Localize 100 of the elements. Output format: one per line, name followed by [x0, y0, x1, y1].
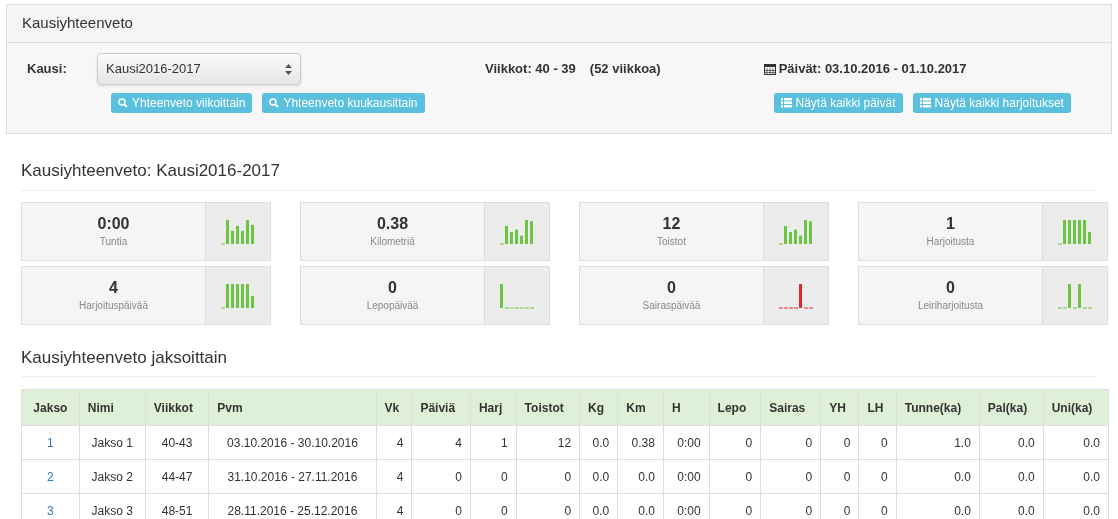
- column-header: Uni(ka): [1043, 389, 1109, 426]
- table-cell: 4: [396, 469, 404, 484]
- table-cell: 4: [396, 503, 404, 518]
- weeks-text: Viikkot: 40 - 39: [485, 60, 576, 79]
- search-icon: [118, 98, 128, 108]
- table-cell: 48-51: [161, 503, 193, 518]
- season-select[interactable]: Kausi2016-2017: [97, 53, 301, 85]
- table-cell: 0.0: [954, 503, 971, 518]
- table-cell: 0:00: [677, 435, 701, 450]
- table-cell: 0: [843, 435, 851, 450]
- search-icon: [269, 98, 280, 108]
- table-cell: 0.0: [592, 469, 610, 484]
- column-header: Sairas: [760, 389, 821, 426]
- table-cell: 4: [455, 435, 462, 450]
- section-heading: Kausiyhteenveto jaksoittain: [21, 344, 1097, 377]
- select-arrows-icon: [285, 63, 292, 75]
- table-cell: 0: [564, 469, 572, 484]
- period-link[interactable]: 1: [47, 435, 54, 450]
- table-cell: 0: [745, 469, 753, 484]
- stat-value: 12: [662, 213, 681, 234]
- table-cell: 0: [881, 435, 888, 450]
- table-cell: 0.0: [1083, 435, 1100, 450]
- table-cell: 0: [881, 503, 888, 518]
- table-cell: 03.10.2016 - 30.10.2016: [227, 435, 358, 450]
- table-cell: 31.10.2016 - 27.11.2016: [227, 469, 358, 484]
- table-cell: 0.38: [631, 435, 655, 450]
- column-header: YH: [820, 389, 859, 426]
- table-cell: 0:00: [677, 503, 701, 518]
- table-cell: 0: [745, 503, 753, 518]
- table-cell: 0: [564, 503, 572, 518]
- stat-value: 0: [388, 277, 397, 298]
- column-header: Km: [617, 389, 664, 426]
- column-header: Pvm: [208, 389, 377, 426]
- stat-label: Tuntia: [99, 234, 128, 249]
- table-cell: 28.11.2016 - 25.12.2016: [227, 503, 358, 518]
- section-heading: Kausiyhteenveto: Kausi2016-2017: [21, 158, 1097, 191]
- table-cell: 0: [805, 469, 813, 484]
- table-cell: 0:00: [677, 469, 701, 484]
- table-cell: 0.0: [592, 503, 610, 518]
- stat-value: 4: [109, 277, 118, 298]
- panel-title: Kausiyhteenveto: [22, 13, 133, 34]
- stat-label: Kilometriä: [370, 234, 415, 249]
- column-header: Lepo: [709, 389, 761, 426]
- column-header: LH: [858, 389, 897, 426]
- column-header: Toistot: [516, 389, 580, 426]
- table-cell: 0.0: [954, 469, 971, 484]
- period-link[interactable]: 2: [47, 469, 54, 484]
- calendar-icon: [763, 63, 776, 75]
- column-header: Nimi: [79, 389, 146, 426]
- table-cell: 0.0: [1083, 469, 1100, 484]
- table-cell: 0: [843, 469, 851, 484]
- column-header: Jakso: [21, 389, 80, 426]
- column-header: Viikkot: [145, 389, 209, 426]
- dates-text: Päivät: 03.10.2016 - 01.10.2017: [778, 60, 967, 79]
- stat-label: Harjoitusta: [926, 234, 975, 249]
- column-header: Kg: [579, 389, 618, 426]
- column-header: Vk: [376, 389, 412, 426]
- stat-value: 1: [946, 213, 955, 234]
- table-cell: 1: [500, 435, 508, 450]
- table-cell: 40-43: [161, 435, 193, 450]
- table-cell: 0: [805, 435, 813, 450]
- weeks-count: (52 viikkoa): [589, 60, 661, 79]
- table-cell: 0.0: [638, 469, 655, 484]
- stat-label: Toistot: [657, 234, 686, 249]
- table-cell: 4: [396, 435, 404, 450]
- stat-label: Harjoituspäivää: [79, 298, 148, 313]
- stat-label: Lepopäivää: [366, 298, 419, 313]
- table-cell: 0.0: [638, 503, 655, 518]
- column-header: Päiviä: [411, 389, 471, 426]
- list-icon: [780, 98, 792, 108]
- table-cell: 0.0: [592, 435, 610, 450]
- table-cell: 44-47: [161, 469, 193, 484]
- table-cell: Jakso 2: [91, 469, 133, 484]
- table-cell: 0.0: [1083, 503, 1100, 518]
- table-cell: 0: [500, 503, 508, 518]
- table-cell: 0: [500, 469, 508, 484]
- table-cell: 0: [881, 469, 888, 484]
- column-header: H: [663, 389, 710, 426]
- table-cell: 0.0: [1017, 469, 1035, 484]
- table-cell: 0.0: [1017, 435, 1035, 450]
- column-header: Pal(ka): [979, 389, 1044, 426]
- table-cell: 12: [557, 435, 572, 450]
- table-cell: 0: [843, 503, 851, 518]
- table-cell: 0: [455, 503, 462, 518]
- column-header: Tunne(ka): [896, 389, 980, 426]
- season-label: Kausi:: [27, 60, 68, 79]
- table-cell: 0: [455, 469, 462, 484]
- period-link[interactable]: 3: [47, 503, 54, 518]
- table-cell: Jakso 1: [91, 435, 133, 450]
- stat-value: 0.38: [376, 213, 409, 234]
- table-cell: 0.0: [1017, 503, 1035, 518]
- table-cell: 1.0: [954, 435, 971, 450]
- table-cell: 0: [805, 503, 813, 518]
- stat-value: 0: [667, 277, 676, 298]
- stat-label: Leiriharjoitusta: [917, 298, 983, 313]
- stat-label: Sairaspäivää: [642, 298, 701, 313]
- table-cell: Jakso 3: [91, 503, 133, 518]
- stat-value: 0:00: [97, 213, 130, 234]
- list-icon: [919, 98, 931, 108]
- column-header: Harj: [470, 389, 517, 426]
